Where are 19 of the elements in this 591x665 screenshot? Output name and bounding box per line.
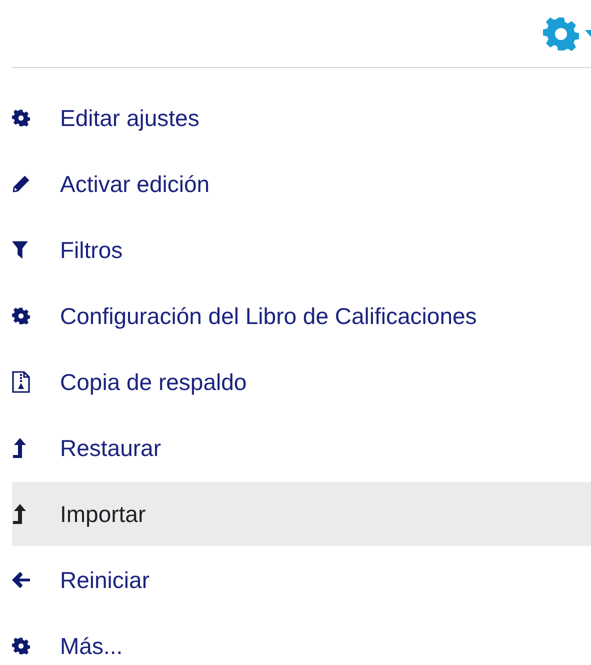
menu-item[interactable]: Configuración del Libro de Calificaciones xyxy=(12,284,591,348)
menu-item[interactable]: Filtros xyxy=(12,218,591,282)
left-arrow-icon xyxy=(12,571,30,589)
pencil-icon xyxy=(12,175,30,193)
up-arrow-icon xyxy=(12,438,26,458)
file-icon xyxy=(12,371,30,393)
menu-item[interactable]: Editar ajustes xyxy=(12,86,591,150)
up-arrow-icon xyxy=(12,504,26,524)
menu-item[interactable]: Copia de respaldo xyxy=(12,350,591,414)
gear-icon xyxy=(12,637,30,655)
menu-item[interactable]: Restaurar xyxy=(12,416,591,480)
filter-icon xyxy=(12,241,28,259)
settings-icon xyxy=(543,16,579,52)
menu-item[interactable]: Más... xyxy=(12,614,591,665)
menu-item[interactable]: Activar edición xyxy=(12,152,591,216)
gear-icon xyxy=(12,109,30,127)
gear-icon xyxy=(12,307,30,325)
menu-item[interactable]: Reiniciar xyxy=(12,548,591,612)
menu-item[interactable]: Importar xyxy=(12,482,591,546)
